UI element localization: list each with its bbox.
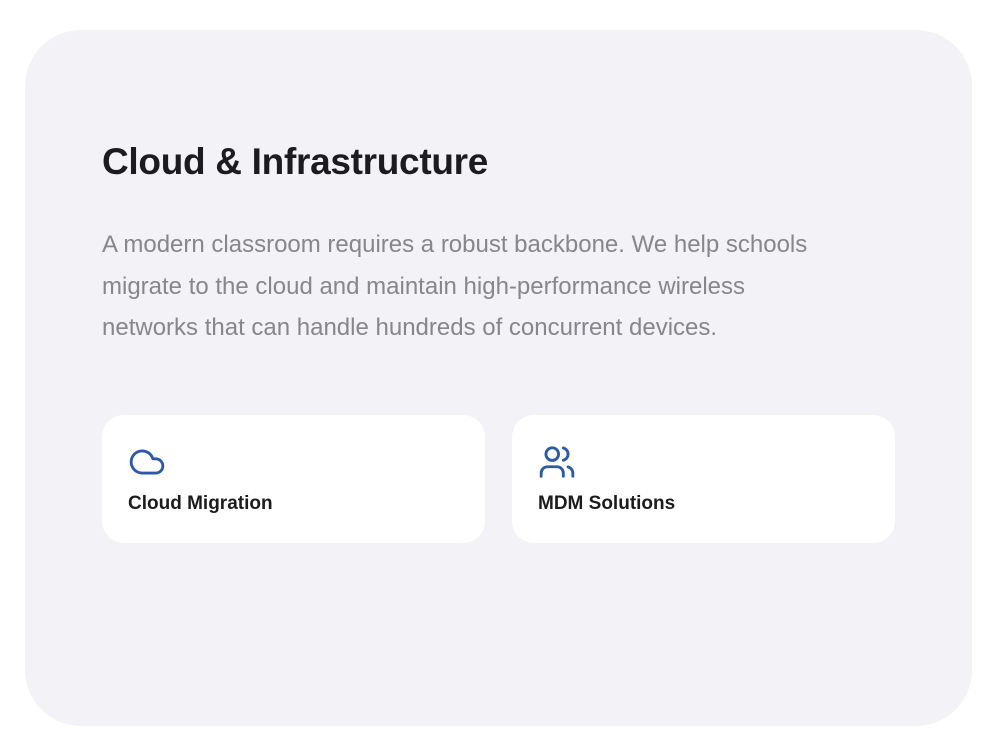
section-title: Cloud & Infrastructure [102,141,489,182]
cloud-icon [128,443,166,481]
feature-tile-cloud-migration[interactable]: Cloud Migration [102,415,485,543]
section-description: A modern classroom requires a robust bac… [102,231,808,341]
feature-tile-mdm-solutions[interactable]: MDM Solutions [512,415,895,543]
page: Cloud & Infrastructure A modern classroo… [0,0,1000,754]
cloud-infrastructure-card: Cloud & Infrastructure A modern classroo… [25,30,972,726]
feature-label: Cloud Migration [128,493,273,514]
feature-tiles: Cloud Migration MDM Solutions [102,415,895,543]
feature-label: MDM Solutions [538,493,676,514]
users-icon [538,443,576,481]
